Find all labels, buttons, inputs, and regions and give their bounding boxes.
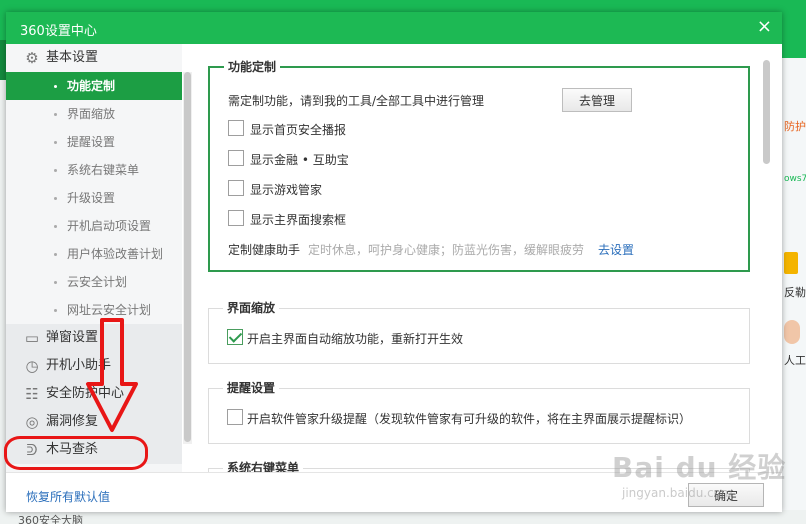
restore-defaults-link[interactable]: 恢复所有默认值	[26, 488, 110, 505]
sidebar-item-reminder[interactable]: 提醒设置	[6, 128, 182, 156]
watermark: Bai du 经验	[612, 451, 787, 484]
checkbox-finance[interactable]	[228, 150, 244, 166]
dialog-titlebar[interactable]: 360设置中心 ×	[6, 12, 782, 44]
checkbox-label: 显示金融 • 互助宝	[250, 153, 349, 167]
checkbox-home-broadcast[interactable]	[228, 120, 244, 136]
checkbox-auto-zoom[interactable]	[227, 329, 243, 345]
main-scrollbar[interactable]	[762, 60, 772, 466]
background-text: 反勒	[784, 286, 806, 299]
section-title: 提醒设置	[223, 379, 280, 396]
window-icon: ▭	[24, 329, 40, 347]
sidebar-scrollbar[interactable]	[183, 72, 192, 444]
sidebar-item-context-menu[interactable]: 系统右键菜单	[6, 156, 182, 184]
checkbox-label: 显示首页安全播报	[250, 123, 347, 137]
zoom-section: 界面缩放 开启主界面自动缩放功能，重新打开生效	[208, 299, 750, 364]
annotation-arrow-icon	[86, 318, 138, 432]
reminder-section: 提醒设置 开启软件管家升级提醒（发现软件管家有可升级的软件，将在主界面展示提醒标…	[208, 379, 750, 444]
checkbox-software-upgrade[interactable]	[227, 409, 243, 425]
timer-icon: ◷	[25, 357, 39, 375]
checkbox-game-manager[interactable]	[228, 180, 244, 196]
gear-icon: ⚙	[25, 49, 39, 67]
checkbox-search-box[interactable]	[228, 210, 244, 226]
dialog-title: 360设置中心	[20, 24, 97, 39]
sidebar-item-zoom[interactable]: 界面缩放	[6, 100, 182, 128]
close-icon[interactable]: ×	[757, 16, 772, 37]
sidebar-group-label: 基本设置	[46, 50, 99, 65]
func-custom-section: 功能定制 需定制功能，请到我的工具/全部工具中进行管理 去管理 显示首页安全播报…	[208, 58, 750, 272]
section-title: 系统右键菜单	[223, 459, 304, 472]
watermark-url: jingyan.baidu.com	[622, 486, 733, 500]
main-scrollbar-thumb[interactable]	[763, 60, 770, 164]
sidebar-group-basic[interactable]: ⚙ 基本设置	[6, 44, 182, 72]
section-title: 功能定制	[224, 58, 281, 75]
settings-main-panel: 功能定制 需定制功能，请到我的工具/全部工具中进行管理 去管理 显示首页安全播报…	[196, 44, 766, 472]
grid-icon: ☷	[25, 385, 39, 403]
annotation-highlight	[4, 436, 148, 470]
background-text: 360安全大脑	[18, 514, 83, 524]
checkbox-label: 显示游戏管家	[250, 183, 323, 197]
patch-icon: ◎	[25, 413, 39, 431]
background-text: 人工	[784, 354, 806, 367]
sidebar-item-cloud-security[interactable]: 云安全计划	[6, 268, 182, 296]
sidebar-item-ux-plan[interactable]: 用户体验改善计划	[6, 240, 182, 268]
health-settings-link[interactable]: 去设置	[598, 241, 634, 258]
background-bottom-strip: 360安全大脑	[0, 510, 806, 524]
background-badge-icon	[784, 252, 798, 274]
manage-button[interactable]: 去管理	[562, 88, 632, 112]
sidebar-item-startup[interactable]: 开机启动项设置	[6, 212, 182, 240]
checkbox-label: 显示主界面搜索框	[250, 213, 347, 227]
background-avatar-icon	[784, 320, 800, 344]
sidebar-item-upgrade[interactable]: 升级设置	[6, 184, 182, 212]
sidebar-scrollbar-thumb[interactable]	[184, 72, 191, 442]
background-text: ows7	[784, 174, 806, 184]
health-assistant-label: 定制健康助手	[228, 243, 301, 257]
background-text: 防护	[784, 120, 806, 133]
section-title: 界面缩放	[223, 299, 280, 316]
manage-text: 需定制功能，请到我的工具/全部工具中进行管理	[228, 94, 485, 108]
health-assistant-hint: 定时休息，呵护身心健康；防蓝光伤害，缓解眼疲劳	[308, 243, 585, 257]
checkbox-label: 开启主界面自动缩放功能，重新打开生效	[247, 332, 464, 346]
sidebar-item-func-custom[interactable]: 功能定制	[6, 72, 182, 100]
checkbox-label: 开启软件管家升级提醒（发现软件管家有可升级的软件，将在主界面展示提醒标识）	[247, 412, 692, 426]
